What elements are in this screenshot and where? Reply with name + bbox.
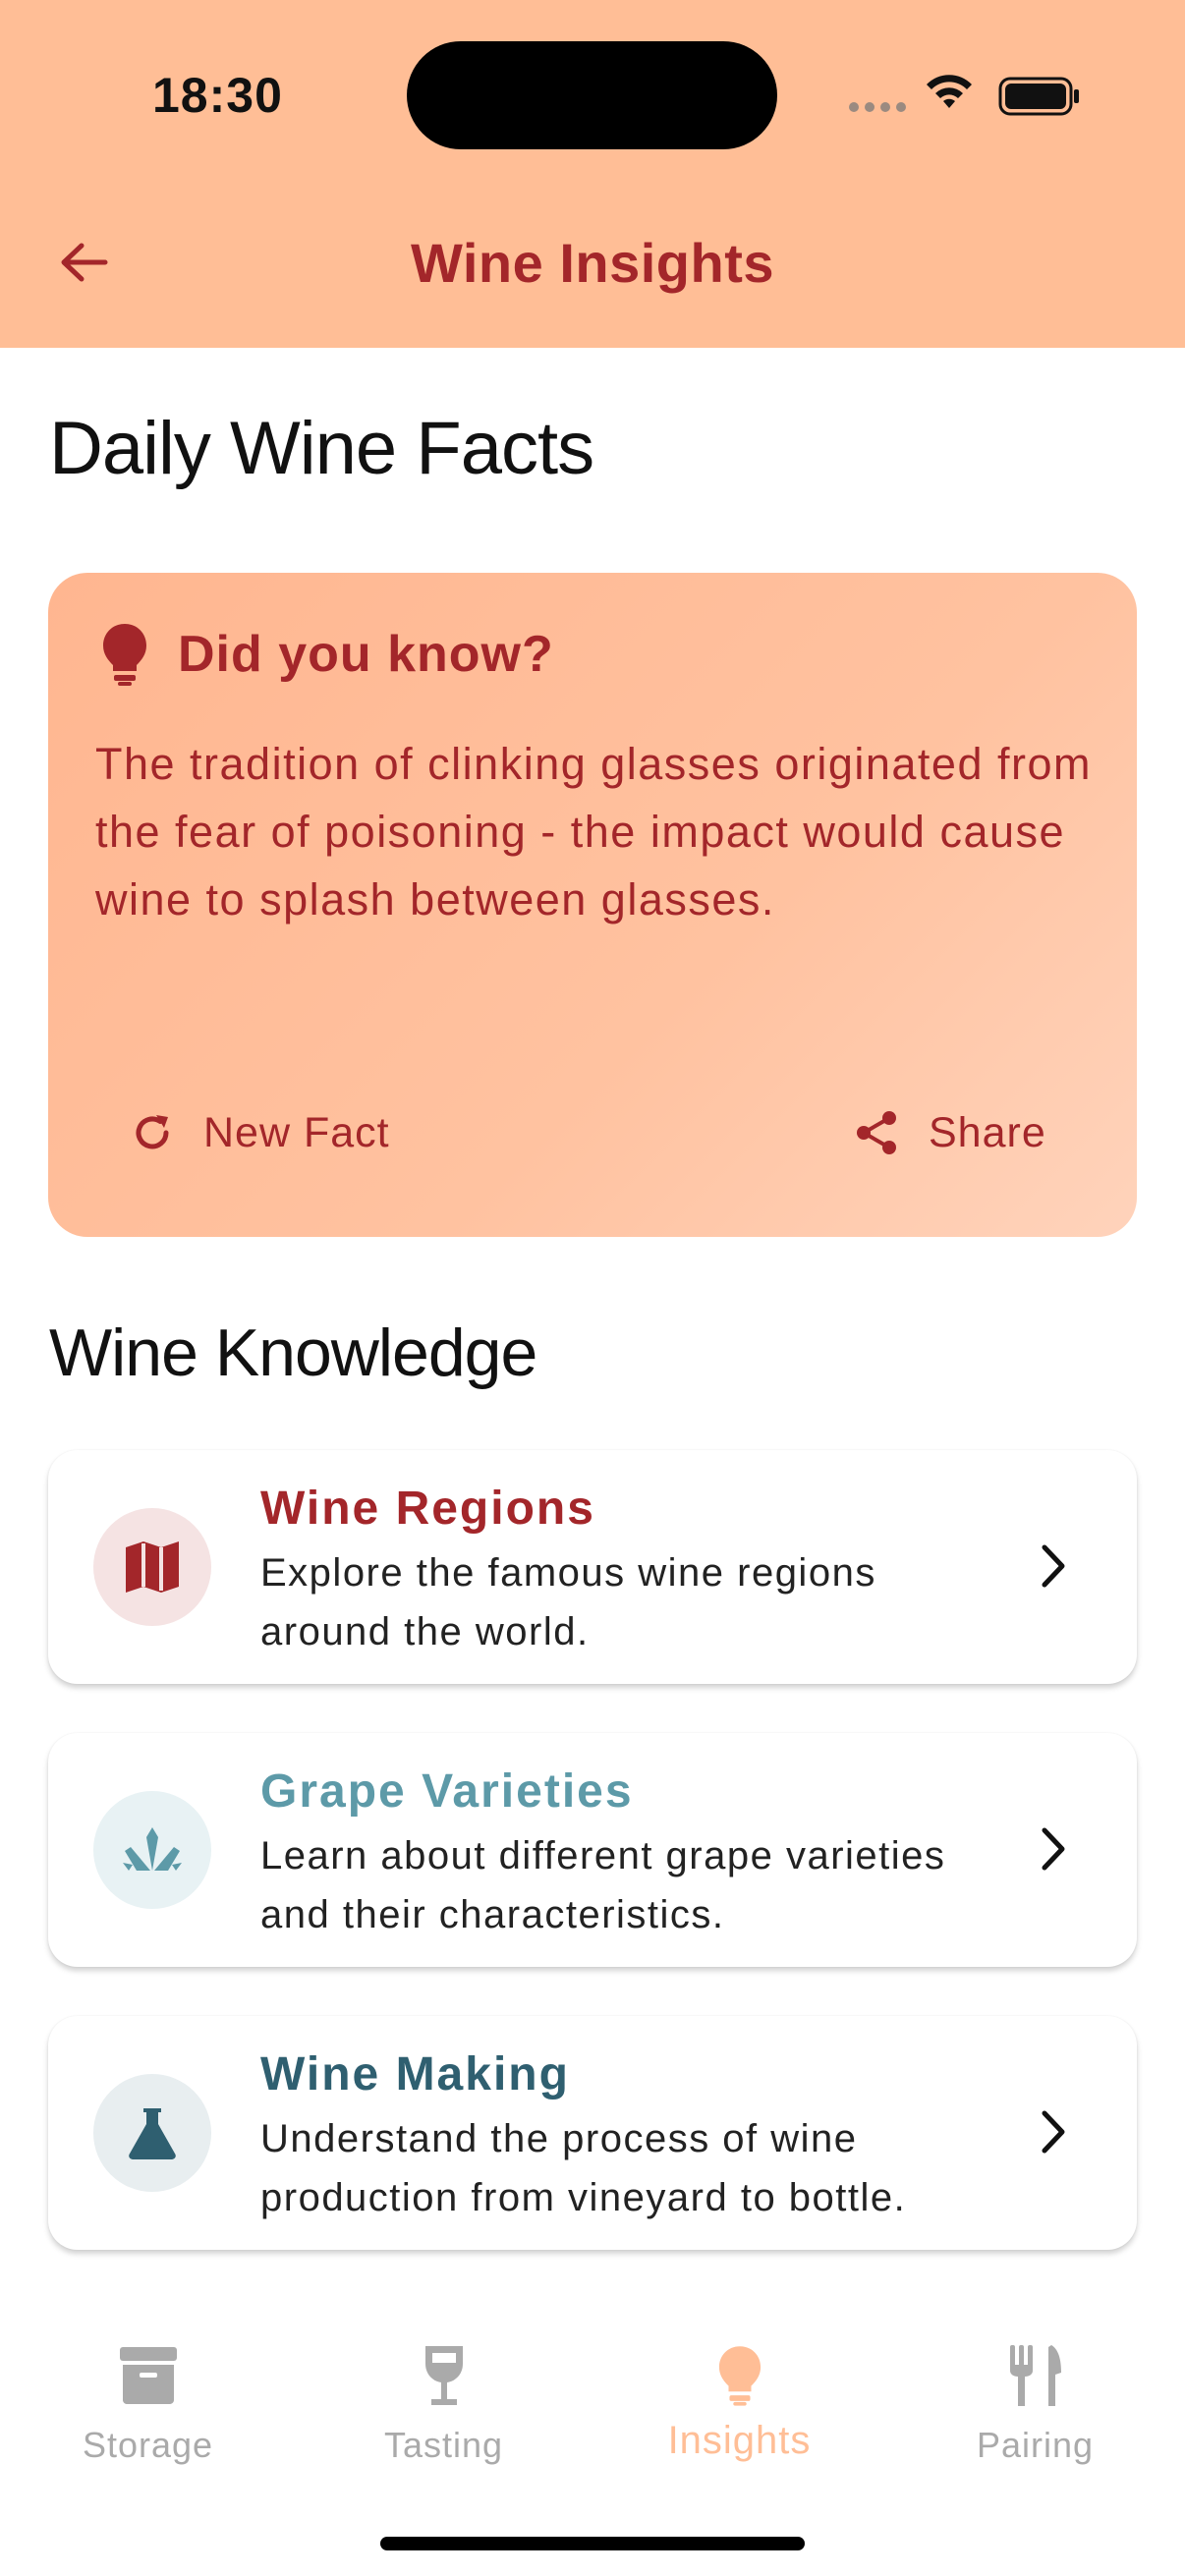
lightbulb-icon xyxy=(103,624,146,686)
grape-leaf-icon xyxy=(93,1791,211,1909)
nav-insights[interactable]: Insights xyxy=(592,2336,887,2463)
nav-label: Pairing xyxy=(976,2425,1095,2465)
share-icon xyxy=(857,1111,896,1154)
new-fact-label: New Fact xyxy=(203,1108,390,1156)
nav-pairing[interactable]: Pairing xyxy=(887,2336,1183,2466)
wine-glass-icon xyxy=(424,2346,463,2405)
card-title: Wine Making xyxy=(260,2048,570,2100)
page-title: Wine Insights xyxy=(410,232,774,294)
new-fact-button[interactable]: New Fact xyxy=(131,1074,390,1192)
daily-facts-heading: Daily Wine Facts xyxy=(49,407,594,490)
nav-label: Storage xyxy=(82,2425,214,2465)
lightbulb-icon xyxy=(718,2346,761,2406)
nav-tasting[interactable]: Tasting xyxy=(296,2336,592,2466)
app-bar: 18:30 Wine Insights xyxy=(0,0,1185,348)
fact-card: Did you know? The tradition of clinking … xyxy=(48,573,1137,1237)
chevron-right-icon xyxy=(1042,2110,1065,2154)
nav-storage[interactable]: Storage xyxy=(0,2336,296,2466)
nav-label: Tasting xyxy=(383,2425,504,2465)
card-description: Understand the process of wine productio… xyxy=(260,2117,907,2219)
nav-label: Insights xyxy=(667,2419,812,2462)
card-description: Learn about different grape varieties an… xyxy=(260,1834,946,1936)
knowledge-card-wine-regions[interactable]: Wine Regions Explore the famous wine reg… xyxy=(48,1450,1137,1684)
card-description: Explore the famous wine regions around t… xyxy=(260,1551,876,1653)
home-indicator xyxy=(380,2537,805,2550)
status-time: 18:30 xyxy=(152,68,283,123)
wifi-icon xyxy=(927,75,972,108)
wine-knowledge-heading: Wine Knowledge xyxy=(49,1316,537,1390)
battery-icon xyxy=(998,77,1079,116)
card-title: Wine Regions xyxy=(260,1483,595,1535)
flask-icon xyxy=(93,2074,211,2192)
archive-icon xyxy=(119,2347,177,2404)
fact-title: Did you know? xyxy=(178,626,554,683)
chevron-right-icon xyxy=(1042,1544,1065,1588)
knowledge-card-grape-varieties[interactable]: Grape Varieties Learn about different gr… xyxy=(48,1733,1137,1967)
card-title: Grape Varieties xyxy=(260,1765,634,1818)
share-button[interactable]: Share xyxy=(854,1074,1046,1192)
cellular-signal-icon xyxy=(849,102,906,112)
share-label: Share xyxy=(929,1108,1046,1156)
bottom-navigation: Storage Tasting Insights Pairing xyxy=(0,2297,1185,2576)
dynamic-island xyxy=(407,41,777,149)
refresh-icon xyxy=(136,1115,169,1149)
map-icon xyxy=(93,1508,211,1626)
knowledge-card-wine-making[interactable]: Wine Making Understand the process of wi… xyxy=(48,2016,1137,2250)
chevron-right-icon xyxy=(1042,1827,1065,1871)
fork-knife-icon xyxy=(1009,2345,1061,2406)
fact-text: The tradition of clinking glasses origin… xyxy=(95,739,1092,924)
